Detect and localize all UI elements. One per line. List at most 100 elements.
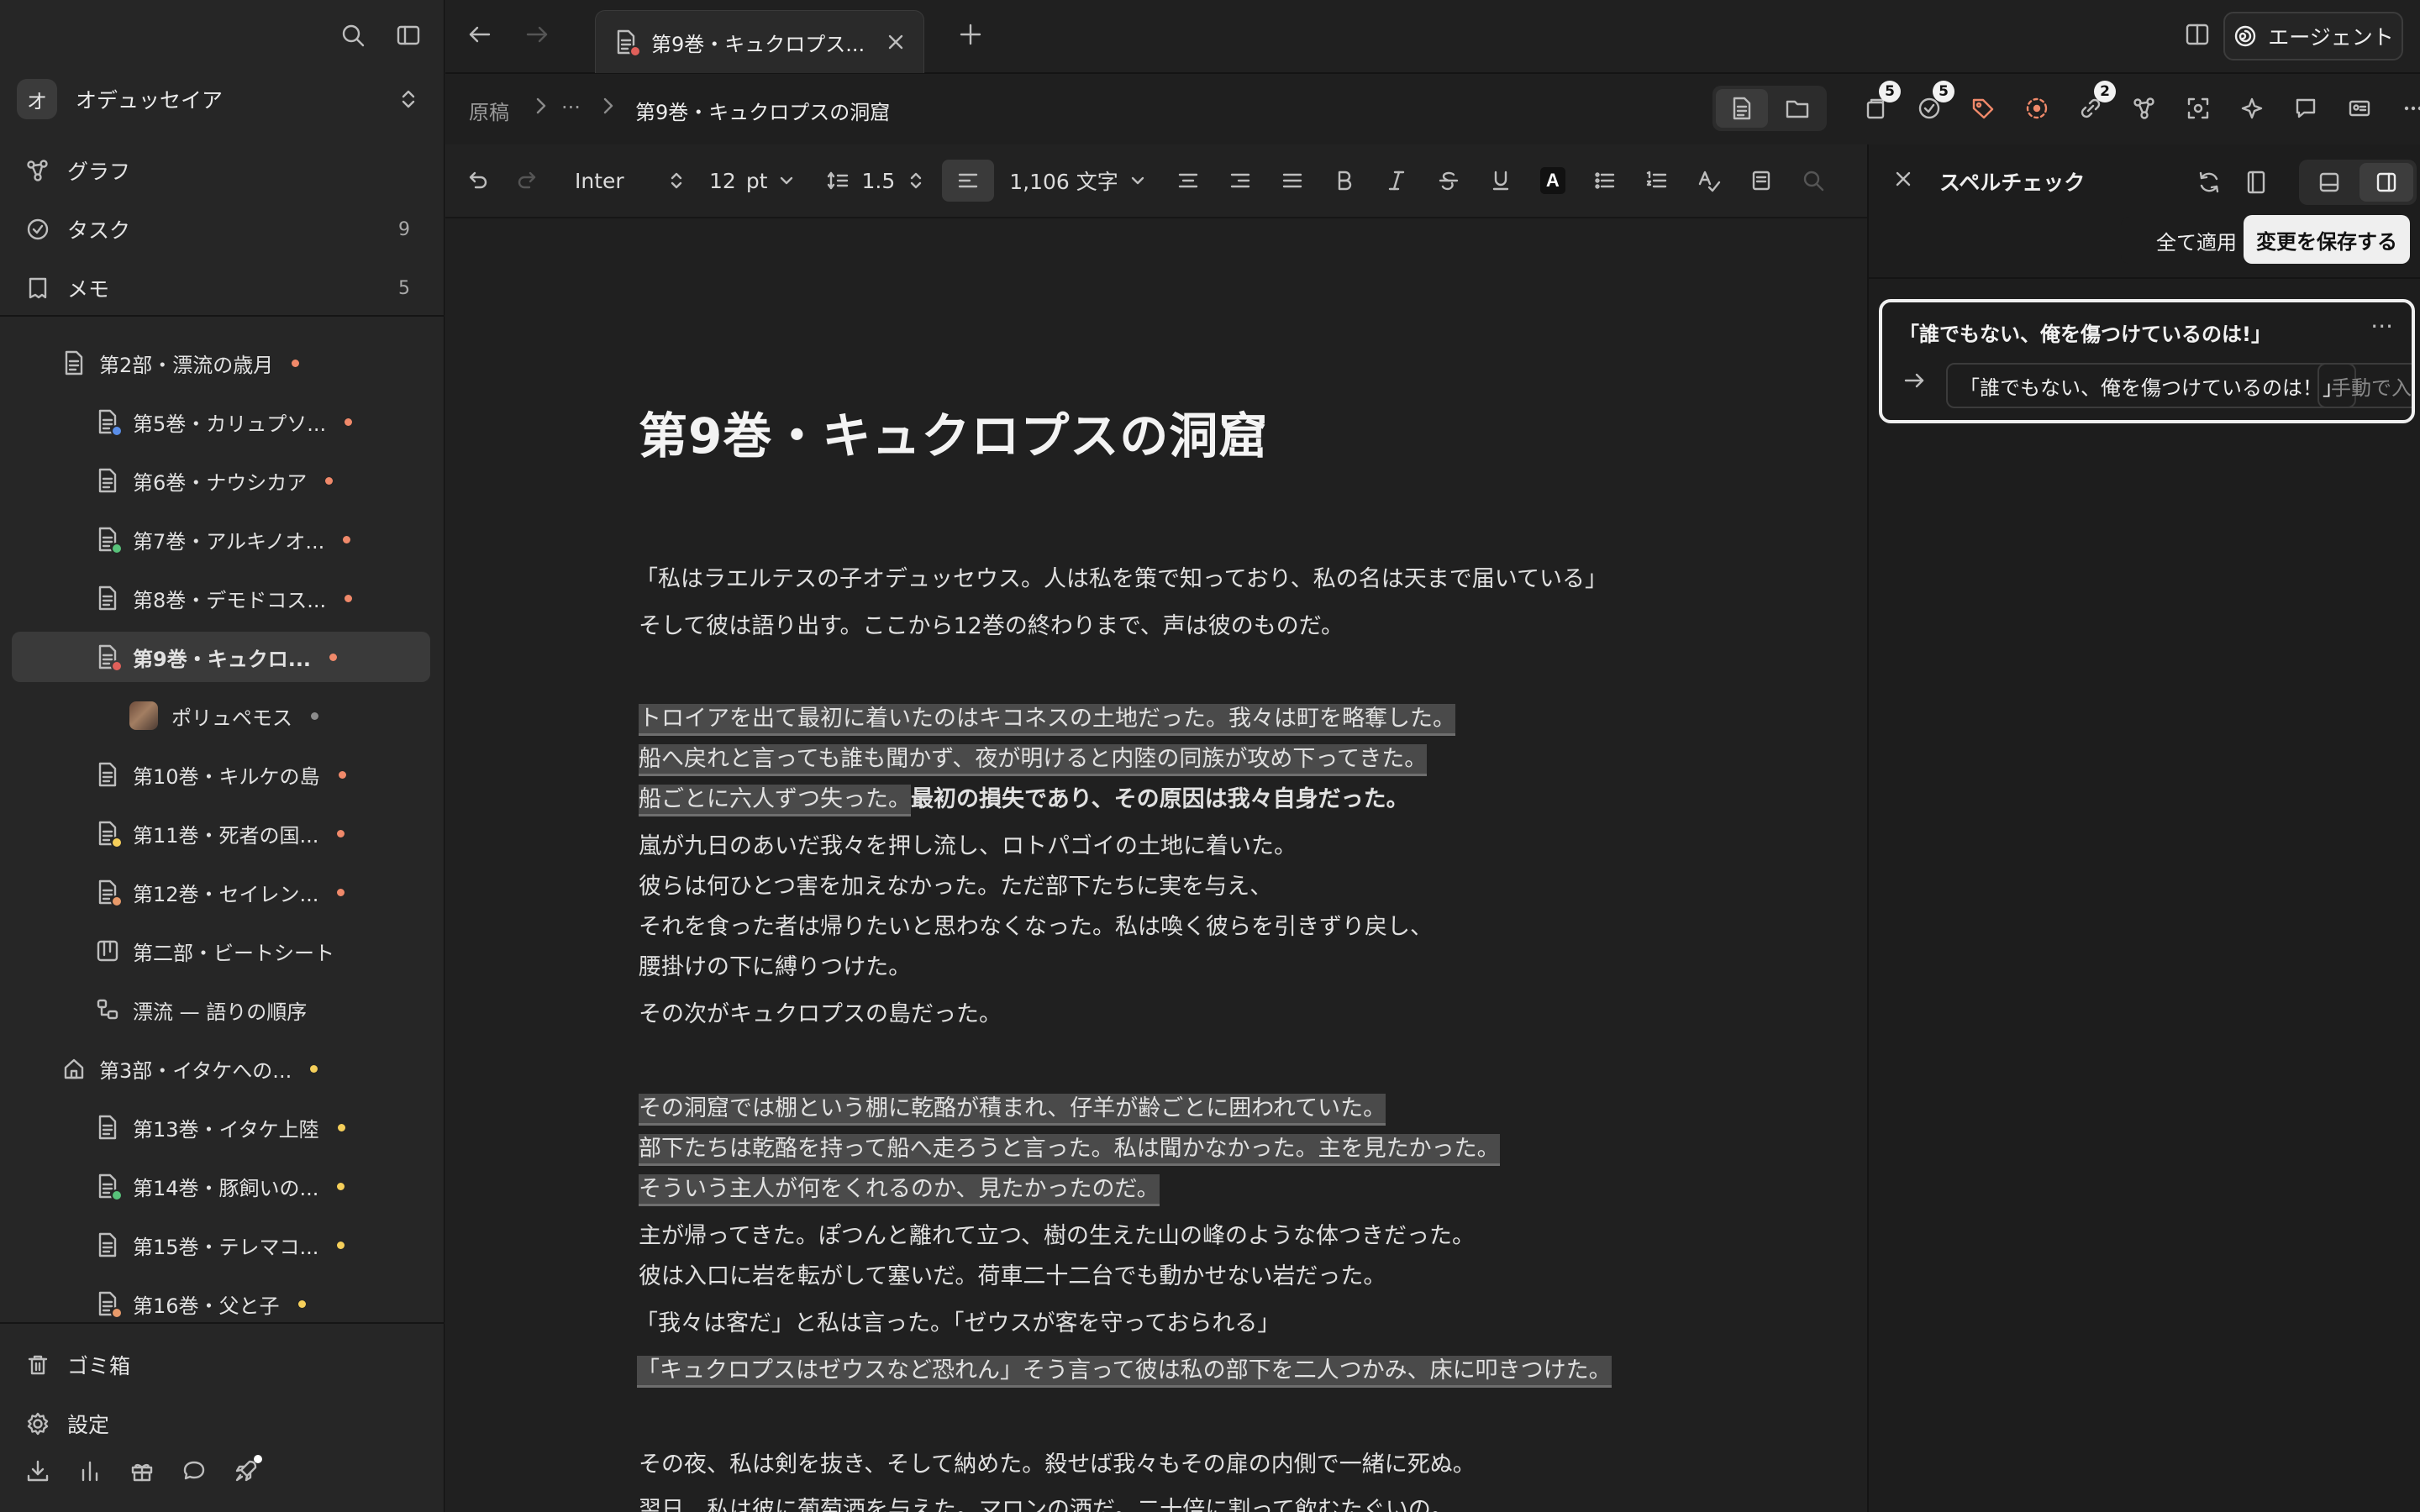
focus-icon[interactable] — [2171, 87, 2225, 129]
tree-item-chapter[interactable]: 第8巻・デモドコス... — [96, 573, 353, 623]
redo-icon[interactable] — [516, 168, 541, 193]
stats-icon[interactable] — [77, 1458, 103, 1483]
word-count-select[interactable]: 1,106 文字 — [1009, 165, 1147, 196]
sidebar-toggle-icon[interactable] — [395, 22, 422, 49]
bold-text[interactable]: 最初の損失であり、その原因は我々自身だった。 — [911, 786, 1409, 812]
agent-button[interactable]: エージェント — [2223, 12, 2403, 60]
status-icon[interactable] — [2010, 87, 2064, 129]
tree-item-chapter[interactable]: 第15巻・テレマコ... — [96, 1220, 345, 1270]
highlighted-line[interactable]: そういう主人が何をくれるのか、見たかったのだ。 — [639, 1174, 1160, 1206]
download-icon[interactable] — [25, 1458, 50, 1483]
document-title[interactable]: 第9巻・キュクロプスの洞窟 — [639, 396, 1268, 467]
tree-item-part[interactable]: 第2部・漂流の歳月 — [62, 338, 300, 388]
nav-item-graph[interactable]: グラフ — [25, 141, 420, 200]
search-icon[interactable] — [339, 22, 366, 49]
panel-right-icon[interactable] — [2360, 163, 2413, 202]
paragraph-line[interactable]: 翌日、私は彼に葡萄酒を与えた。マロンの酒だ。二十倍に割って飲むたぐいの。 — [639, 1490, 1454, 1512]
rocket-icon[interactable] — [234, 1455, 262, 1483]
breadcrumb-ellipsis[interactable]: ··· — [561, 96, 581, 119]
highlighted-line[interactable]: 船へ戻れと言っても誰も聞かず、夜が明けると内陸の同族が攻め下ってきた。 — [639, 744, 1428, 776]
highlighted-line[interactable]: 「キュクロプスはゼウスなど恐れん」そう言って彼は私の部下を二人つかみ、床に叩きつ… — [637, 1356, 1612, 1388]
paragraph-line[interactable]: その夜、私は剣を抜き、そして納めた。殺せば我々もその扉の内側で一緒に死ぬ。 — [639, 1445, 1476, 1485]
underline-button[interactable] — [1475, 160, 1527, 202]
paragraph-line[interactable]: 「私はラエルテスの子オデュッセウス。人は私を策で知っており、私の名は天まで届いて… — [635, 559, 1607, 600]
tree-item-chapter[interactable]: 第11巻・死者の国... — [96, 808, 345, 858]
highlighted-line[interactable]: 部下たちは乾酪を持って船へ走ろうと言った。私は聞かなかった。主を見たかった。 — [639, 1134, 1500, 1166]
panel-bottom-icon[interactable] — [2302, 163, 2356, 202]
pages-icon[interactable]: 5 — [1849, 81, 1902, 129]
spellcheck-button[interactable] — [1683, 160, 1735, 202]
align-left-button[interactable] — [942, 160, 995, 202]
find-button[interactable] — [1787, 160, 1839, 202]
manual-input-chip[interactable]: 手動で入力 — [2317, 363, 2412, 408]
align-center-button[interactable] — [1162, 160, 1214, 202]
strikethrough-button[interactable] — [1423, 160, 1475, 202]
justify-button[interactable] — [1266, 160, 1318, 202]
paragraph-line[interactable]: それを食った者は帰りたいと思わなくなった。私は喚く彼らを引きずり戻し、 — [639, 907, 1433, 948]
sparkle-icon[interactable] — [2225, 87, 2279, 129]
nav-item-trash[interactable]: ゴミ箱 — [25, 1336, 420, 1394]
italic-button[interactable] — [1370, 160, 1423, 202]
spell-issue-card[interactable]: 「誰でもない、俺を傷つけているのは!」 ··· 「誰でもない、俺を傷つけているの… — [1879, 299, 2415, 423]
tree-item-board[interactable]: 第二部・ビートシート — [96, 926, 334, 976]
numbered-list-button[interactable] — [1631, 160, 1683, 202]
id-card-icon[interactable] — [2333, 87, 2386, 129]
paragraph-line[interactable]: 彼らは何ひとつ害を加えなかった。ただ部下たちに実を与え、 — [639, 867, 1272, 907]
highlighted-line[interactable]: トロイアを出て最初に着いたのはキコネスの土地だった。我々は町を略奪した。 — [639, 704, 1455, 736]
font-size-select[interactable]: 12 pt — [709, 169, 796, 193]
book-open-icon[interactable] — [2235, 169, 2277, 196]
paragraph-line[interactable]: 主が帰ってきた。ぽつんと離れて立つ、樹の生えた山の峰のような体つきだった。 — [639, 1216, 1475, 1257]
nav-item-settings[interactable]: 設定 — [25, 1394, 420, 1453]
paragraph-line[interactable]: そして彼は語り出す。ここから12巻の終わりまで、声は彼のものだ。 — [639, 606, 1344, 647]
undo-icon[interactable] — [464, 168, 489, 193]
align-right-button[interactable] — [1214, 160, 1266, 202]
tag-icon[interactable] — [1956, 87, 2010, 129]
comment-icon[interactable] — [2279, 87, 2333, 129]
back-arrow-icon[interactable] — [466, 20, 494, 49]
close-tab-icon[interactable] — [885, 31, 907, 53]
paragraph-line[interactable]: その次がキュクロプスの島だった。 — [639, 995, 1002, 1035]
folder-view-icon[interactable] — [1771, 89, 1823, 128]
graph-icon[interactable] — [2118, 87, 2171, 129]
highlighted-line[interactable]: 船ごとに六人ずつ失った。 — [639, 785, 911, 816]
editor[interactable]: 第9巻・キュクロプスの洞窟 「私はラエルテスの子オデュッセウス。人は私を策で知っ… — [445, 218, 1867, 1512]
text-color-button[interactable]: A — [1527, 160, 1579, 202]
more-icon[interactable] — [2386, 87, 2420, 129]
book-button[interactable] — [1735, 160, 1787, 202]
nav-item-notes[interactable]: メモ 5 — [25, 259, 420, 318]
tree-item-chapter[interactable]: 第10巻・キルケの島 — [96, 749, 346, 800]
split-view-icon[interactable] — [2183, 20, 2212, 49]
tree-item-chapter[interactable]: 第12巻・セイレン... — [96, 867, 345, 917]
paragraph-line[interactable]: 腰掛けの下に縛りつけた。 — [639, 948, 911, 988]
tree-item-canvas[interactable]: 漂流 — 語りの順序 — [96, 984, 307, 1035]
tree-item-character[interactable]: ポリュペモス — [129, 690, 318, 741]
document-view-icon[interactable] — [1716, 89, 1768, 128]
tree-item-chapter[interactable]: 第6巻・ナウシカア — [96, 455, 334, 506]
bullet-list-button[interactable] — [1579, 160, 1631, 202]
new-tab-icon[interactable] — [956, 20, 985, 49]
tree-item-chapter[interactable]: 第14巻・豚飼いの... — [96, 1161, 345, 1211]
highlighted-line[interactable]: その洞窟では棚という棚に乾酪が積まれ、仔羊が齢ごとに囲われていた。 — [639, 1094, 1386, 1126]
save-changes-button[interactable]: 変更を保存する — [2244, 215, 2410, 264]
tree-item-chapter-active[interactable]: 第9巻・キュクロ... — [12, 632, 430, 682]
font-select[interactable]: Inter — [575, 169, 686, 193]
tree-item-chapter[interactable]: 第16巻・父と子 — [96, 1278, 306, 1322]
tree-item-chapter[interactable]: 第7巻・アルキノオ... — [96, 514, 351, 564]
tree-item-chapter[interactable]: 第5巻・カリュプソ... — [96, 396, 353, 447]
more-icon[interactable]: ··· — [2370, 312, 2393, 340]
tree-item-part[interactable]: 第3部・イタケへの... — [62, 1043, 318, 1094]
close-panel-icon[interactable] — [1891, 166, 1916, 192]
line-height-select[interactable]: 1.5 — [826, 169, 925, 193]
bold-button[interactable] — [1318, 160, 1370, 202]
paragraph-line[interactable]: 彼は入口に岩を転がして塞いだ。荷車二十二台でも動かせない岩だった。 — [639, 1257, 1386, 1297]
tree-item-chapter[interactable]: 第13巻・イタケ上陸 — [96, 1102, 345, 1152]
paragraph-line[interactable]: 「我々は客だ」と私は言った。「ゼウスが客を守っておられる」 — [635, 1304, 1280, 1344]
gift-icon[interactable] — [129, 1458, 155, 1483]
workspace-switcher[interactable]: オ オデュッセイア — [17, 79, 420, 119]
paragraph-line[interactable]: 嵐が九日のあいだ我々を押し流し、ロトパゴイの土地に着いた。 — [639, 827, 1297, 867]
forward-arrow-icon[interactable] — [523, 20, 551, 49]
nav-item-tasks[interactable]: タスク 9 — [25, 200, 420, 259]
tasks-icon[interactable]: 5 — [1902, 81, 1956, 129]
refresh-icon[interactable] — [2188, 169, 2230, 196]
chat-icon[interactable] — [182, 1458, 207, 1483]
